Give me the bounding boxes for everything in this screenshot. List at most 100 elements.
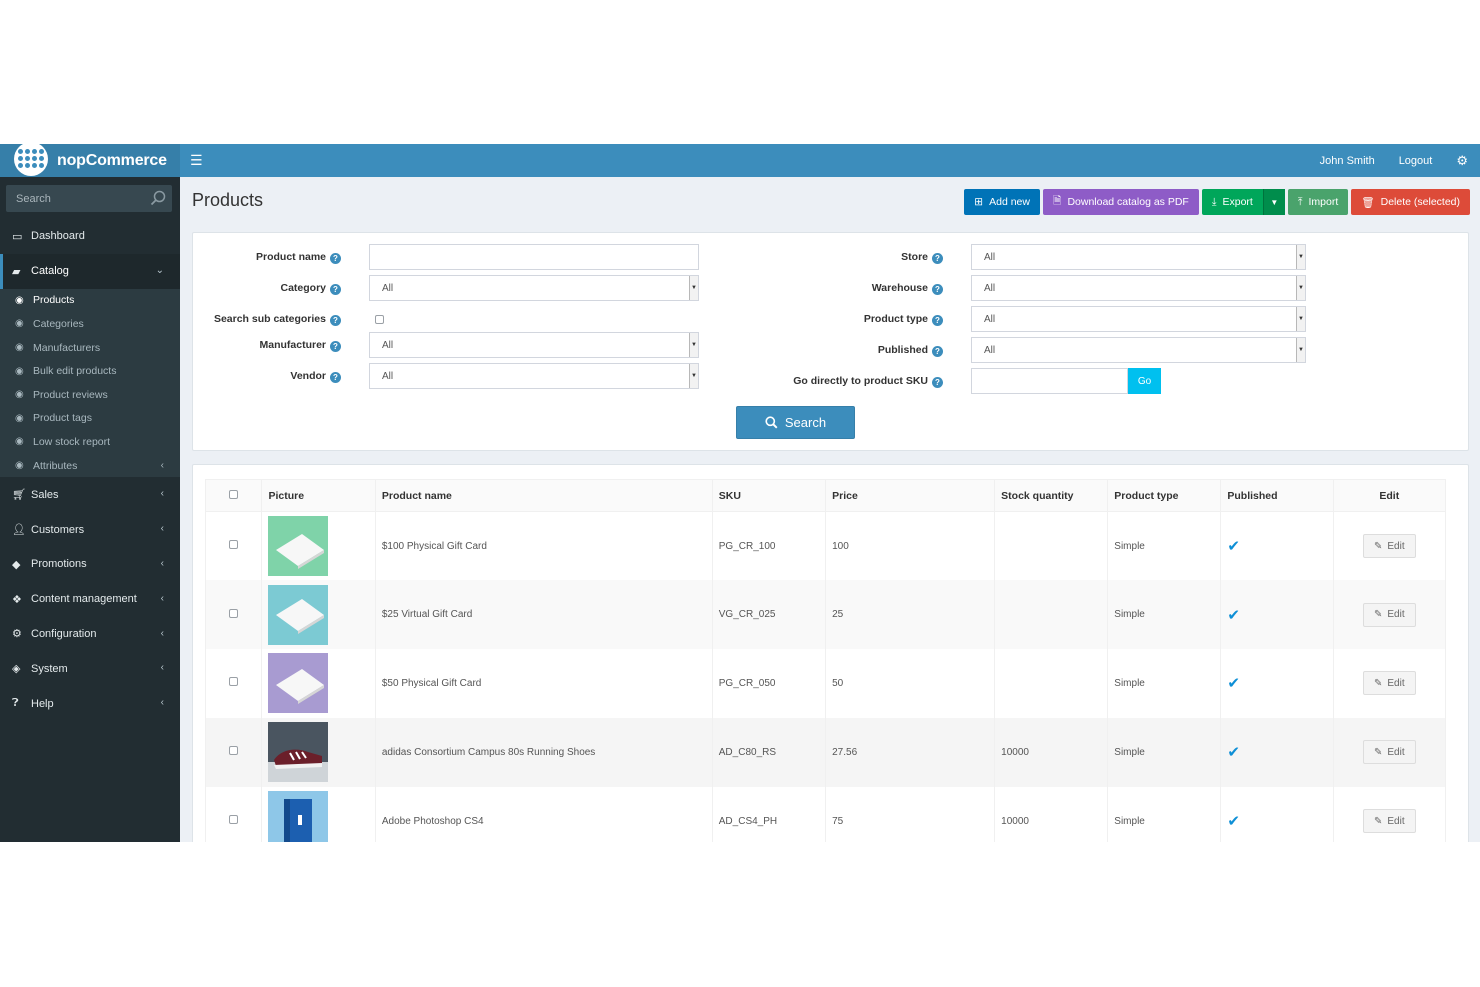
product-name-cell: $100 Physical Gift Card xyxy=(374,511,713,581)
sidebar-subitem-products[interactable]: ◉ Products xyxy=(0,289,180,313)
dropdown-arrow-icon: ▼ xyxy=(1296,276,1305,300)
product-thumbnail[interactable] xyxy=(268,584,329,645)
sidebar-item-customers[interactable]: 👤︎ Customers ‹ xyxy=(0,512,180,547)
sidebar-toggle-icon[interactable]: ☰ xyxy=(190,152,203,169)
edit-button[interactable]: ✎ Edit xyxy=(1363,534,1416,559)
help-icon[interactable]: ? xyxy=(330,371,341,383)
row-checkbox[interactable] xyxy=(229,608,239,618)
sidebar-subitem-bulk-edit[interactable]: ◉ Bulk edit products xyxy=(0,359,180,383)
row-checkbox[interactable] xyxy=(229,746,239,756)
search-icon[interactable] xyxy=(150,190,166,206)
sidebar-subitem-product-tags[interactable]: ◉ Product tags xyxy=(0,407,180,431)
pencil-icon: ✎ xyxy=(1374,609,1383,621)
help-icon[interactable]: ? xyxy=(932,314,943,326)
chevron-left-icon: ‹ xyxy=(160,627,164,639)
sidebar-item-catalog[interactable]: ▰ Catalog ⌄ xyxy=(0,253,180,289)
go-to-sku-button[interactable]: Go xyxy=(1128,368,1161,394)
price-cell: 75 xyxy=(825,786,996,842)
sidebar-item-system[interactable]: ◈ System ‹ xyxy=(0,651,180,686)
sku-input[interactable] xyxy=(971,368,1128,394)
dropdown-arrow-icon: ▼ xyxy=(1296,245,1305,269)
sidebar-subitem-categories[interactable]: ◉ Categories xyxy=(0,312,180,336)
help-icon[interactable]: ? xyxy=(330,340,341,352)
cart-icon: 🛒︎ xyxy=(12,489,26,502)
column-header-stock[interactable]: Stock quantity xyxy=(994,479,1109,512)
product-type-cell: Simple xyxy=(1107,717,1222,787)
sidebar-subitem-attributes[interactable]: ◉ Attributes ‹ xyxy=(0,454,180,478)
warehouse-select[interactable]: All ▼ xyxy=(971,275,1306,301)
logo[interactable]: nopCommerce xyxy=(0,144,180,177)
export-button[interactable]: ⤓ Export xyxy=(1201,189,1263,215)
settings-gears-icon[interactable]: ⚙ xyxy=(1456,153,1468,169)
price-cell: 100 xyxy=(825,511,996,581)
page-title: Products xyxy=(192,190,264,210)
edit-button[interactable]: ✎ Edit xyxy=(1363,671,1416,696)
product-thumbnail[interactable] xyxy=(268,791,329,842)
filter-vendor: Vendor? All ▼ xyxy=(195,363,699,389)
sidebar-item-content-management[interactable]: ❖ Content management ‹ xyxy=(0,582,180,617)
delete-selected-button[interactable]: 🗑︎ Delete (selected) xyxy=(1351,189,1470,215)
chevron-left-icon: ‹ xyxy=(160,592,164,604)
category-select[interactable]: All ▼ xyxy=(369,275,699,301)
published-select[interactable]: All ▼ xyxy=(971,337,1306,363)
select-all-checkbox[interactable] xyxy=(229,489,239,499)
column-header-sku[interactable]: SKU xyxy=(711,479,827,512)
sidebar-item-help[interactable]: ❓︎ Help ‹ xyxy=(0,686,180,721)
sidebar-search xyxy=(6,185,172,212)
help-icon[interactable]: ? xyxy=(932,376,943,388)
product-thumbnail[interactable] xyxy=(268,722,329,783)
edit-button[interactable]: ✎ Edit xyxy=(1363,809,1416,834)
product-type-cell: Simple xyxy=(1107,786,1222,842)
help-icon[interactable]: ? xyxy=(330,252,341,264)
help-icon[interactable]: ? xyxy=(932,283,943,295)
product-thumbnail[interactable] xyxy=(268,653,329,714)
sidebar-subitem-manufacturers[interactable]: ◉ Manufacturers xyxy=(0,336,180,360)
product-thumbnail[interactable] xyxy=(268,516,329,577)
search-button[interactable]: Search xyxy=(736,406,855,439)
help-icon[interactable]: ? xyxy=(932,345,943,357)
manufacturer-select[interactable]: All ▼ xyxy=(369,332,699,358)
edit-button[interactable]: ✎ Edit xyxy=(1363,602,1416,627)
sidebar-item-dashboard[interactable]: ▭ Dashboard xyxy=(0,219,180,254)
logout-link[interactable]: Logout xyxy=(1399,155,1433,167)
search-sub-categories-checkbox[interactable] xyxy=(375,314,384,324)
add-new-button[interactable]: ⊞ Add new xyxy=(964,189,1040,215)
export-dropdown-toggle[interactable]: ▼ xyxy=(1262,189,1285,215)
sidebar-item-promotions[interactable]: ◆ Promotions ‹ xyxy=(0,547,180,582)
sidebar-search-input[interactable] xyxy=(6,185,146,212)
column-header-picture[interactable]: Picture xyxy=(261,479,376,512)
desktop-icon: ▭ xyxy=(12,230,23,243)
product-name-input[interactable] xyxy=(369,244,699,270)
price-cell: 50 xyxy=(825,649,996,718)
row-checkbox[interactable] xyxy=(229,540,239,550)
import-button[interactable]: ⤒ Import xyxy=(1287,189,1349,215)
published-check-icon: ✔ xyxy=(1227,538,1240,556)
product-type-select[interactable]: All ▼ xyxy=(971,306,1306,332)
help-icon[interactable]: ? xyxy=(932,252,943,264)
chevron-down-icon: ⌄ xyxy=(155,264,164,276)
edit-button[interactable]: ✎ Edit xyxy=(1363,740,1416,765)
store-select[interactable]: All ▼ xyxy=(971,244,1306,270)
column-header-price[interactable]: Price xyxy=(825,479,996,512)
sidebar-item-sales[interactable]: 🛒︎ Sales ‹ xyxy=(0,477,180,512)
stock-cell xyxy=(994,580,1109,650)
vendor-select[interactable]: All ▼ xyxy=(369,363,699,389)
download-pdf-button[interactable]: 🗎︎ Download catalog as PDF xyxy=(1042,189,1199,215)
filter-product-type: Product type? All ▼ xyxy=(797,306,1306,332)
column-header-product-type[interactable]: Product type xyxy=(1107,479,1222,512)
stock-cell xyxy=(994,649,1109,718)
user-name-link[interactable]: John Smith xyxy=(1320,155,1375,167)
column-header-product-name[interactable]: Product name xyxy=(374,479,713,512)
sidebar-item-configuration[interactable]: ⚙ Configuration ‹ xyxy=(0,617,180,652)
sidebar-subitem-product-reviews[interactable]: ◉ Product reviews xyxy=(0,383,180,407)
sidebar-subitem-low-stock[interactable]: ◉ Low stock report xyxy=(0,430,180,454)
help-icon[interactable]: ? xyxy=(330,283,341,295)
column-header-published[interactable]: Published xyxy=(1220,479,1334,512)
row-checkbox[interactable] xyxy=(229,677,239,687)
row-checkbox[interactable] xyxy=(229,815,239,825)
products-table: Picture Product name SKU Price Stock qua… xyxy=(204,479,1447,842)
table-row: $100 Physical Gift Card PG_CR_100 100 Si… xyxy=(204,511,1447,581)
price-cell: 25 xyxy=(825,580,996,650)
help-icon[interactable]: ? xyxy=(330,314,341,326)
brand-name: nopCommerce xyxy=(57,151,167,169)
